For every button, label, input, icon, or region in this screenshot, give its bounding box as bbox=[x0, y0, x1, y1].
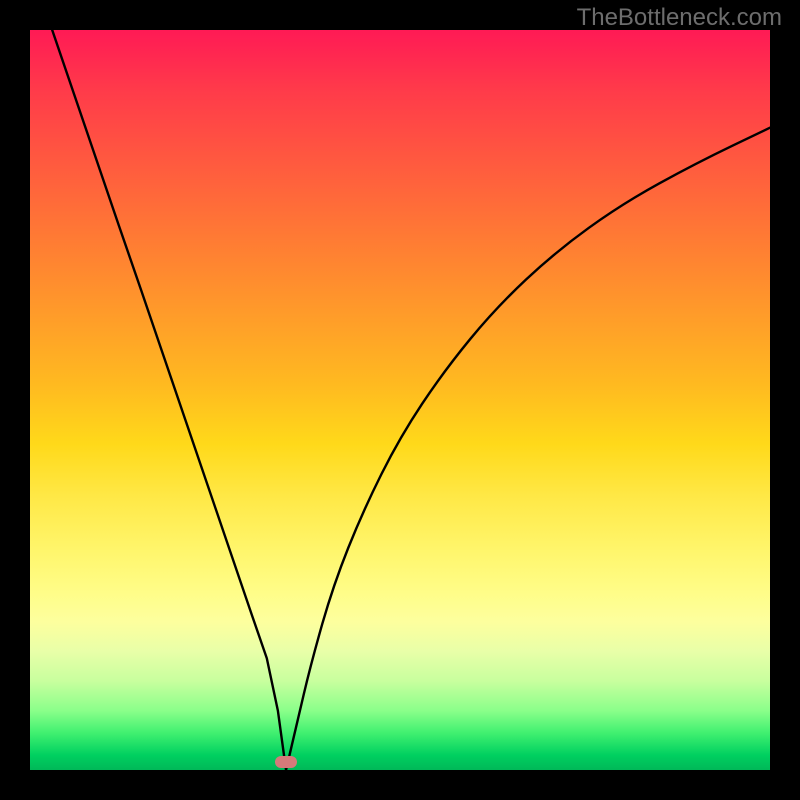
watermark-text: TheBottleneck.com bbox=[577, 4, 782, 32]
chart-frame: TheBottleneck.com bbox=[0, 0, 800, 800]
plot-area bbox=[30, 30, 770, 770]
optimal-marker bbox=[275, 756, 297, 768]
bottleneck-curve bbox=[30, 30, 770, 770]
